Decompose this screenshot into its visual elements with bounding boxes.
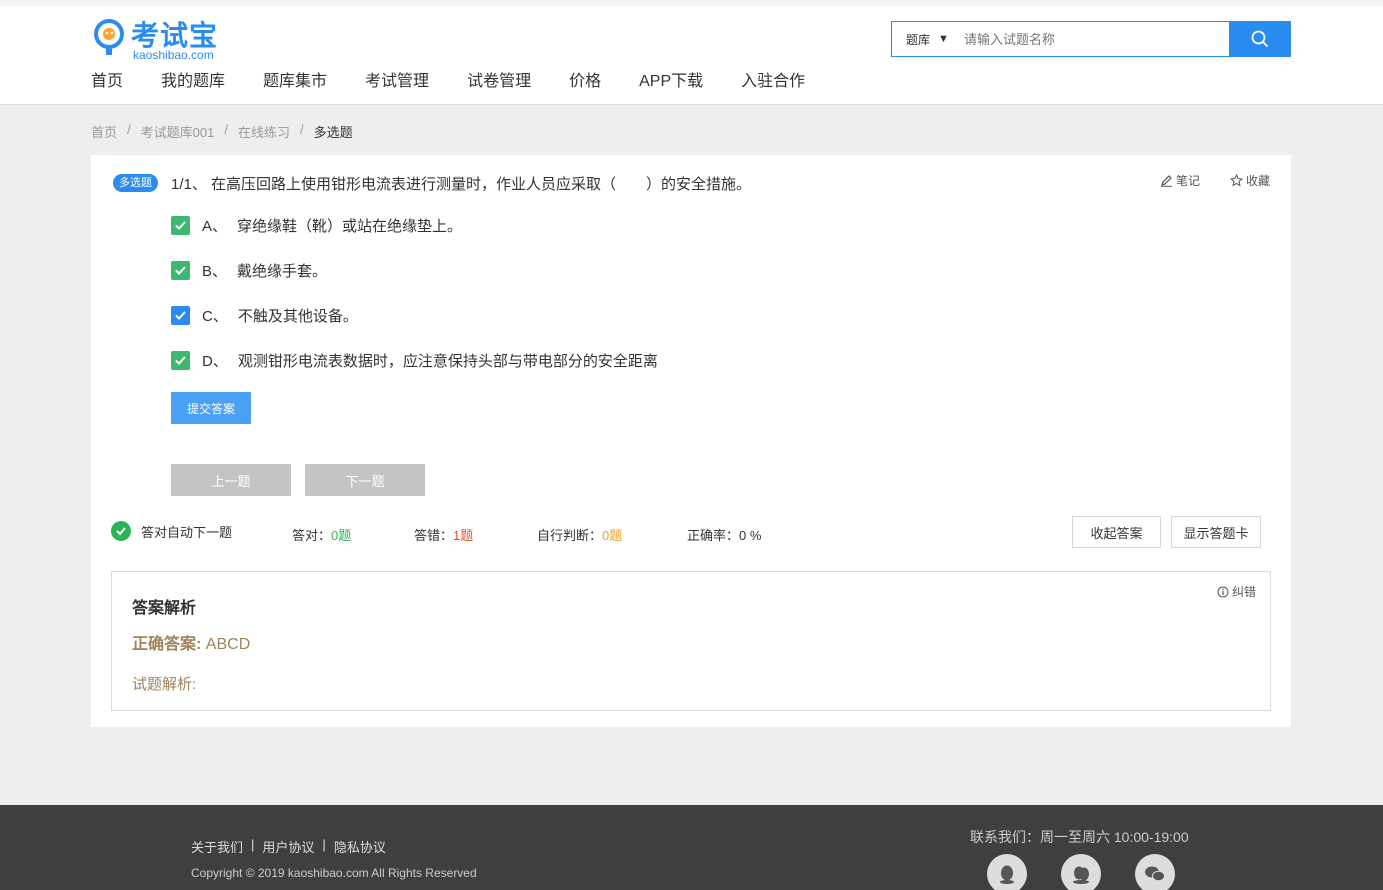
correct-answer: 正确答案: ABCD	[132, 630, 250, 654]
stats-bar: 答对自动下一题 答对：0题 答错：1题 自行判断：0题 正确率：0 % 收起答案…	[111, 516, 1271, 548]
breadcrumb-sep: /	[127, 122, 131, 137]
footer-sep: |	[322, 837, 326, 852]
checkbox-checked-icon[interactable]	[171, 306, 190, 325]
note-button[interactable]: 笔记	[1160, 172, 1200, 189]
accuracy-value: 0 %	[739, 528, 762, 543]
correct-count: 答对：0题	[292, 525, 351, 544]
wrong-value: 1题	[453, 528, 474, 543]
show-answer-card-button[interactable]: 显示答题卡	[1171, 516, 1261, 548]
option-key: D、	[202, 353, 228, 370]
nav-item-my-banks[interactable]: 我的题库	[161, 67, 225, 91]
checkbox-checked-icon[interactable]	[171, 351, 190, 370]
answer-analysis-panel: 答案解析 正确答案: ABCD 试题解析: 纠错	[111, 571, 1271, 711]
correct-answer-label: 正确答案:	[132, 636, 202, 653]
search-input[interactable]	[962, 22, 1229, 56]
logo-domain: kaoshibao.com	[133, 48, 214, 62]
wrong-label: 答错：	[414, 528, 454, 543]
favorite-button[interactable]: 收藏	[1230, 172, 1270, 189]
search-category-select[interactable]: 题库 ▼	[892, 22, 962, 56]
search-category-label: 题库	[906, 32, 931, 47]
footer-link-terms[interactable]: 用户协议	[262, 837, 314, 856]
breadcrumb-sep: /	[299, 122, 304, 137]
logo-mark-icon	[94, 19, 124, 55]
breadcrumb-practice[interactable]: 在线练习	[238, 122, 290, 141]
question-card: 多选题 1/1、 在高压回路上使用钳形电流表进行测量时，作业人员应采取（ ）的安…	[91, 155, 1291, 727]
footer-copyright: Copyright © 2019 kaoshibao.com All Right…	[191, 866, 477, 880]
info-icon	[1217, 586, 1229, 597]
footer-link-privacy[interactable]: 隐私协议	[334, 837, 386, 856]
option-a[interactable]: A、 穿绝缘鞋（靴）或站在绝缘垫上。	[171, 215, 462, 236]
check-circle-icon	[111, 521, 131, 541]
footer: 关于我们 | 用户协议 | 隐私协议 Copyright © 2019 kaos…	[0, 805, 1383, 890]
breadcrumb-sep: /	[224, 122, 228, 137]
option-text: 穿绝缘鞋（靴）或站在绝缘垫上。	[237, 218, 463, 235]
option-text: 观测钳形电流表数据时，应注意保持头部与带电部分的安全距离	[237, 353, 658, 370]
option-text: 不触及其他设备。	[237, 308, 358, 325]
favorite-label: 收藏	[1246, 174, 1271, 188]
auto-next-toggle[interactable]: 答对自动下一题	[111, 521, 232, 541]
checkbox-checked-icon[interactable]	[171, 261, 190, 280]
search-icon	[1251, 30, 1268, 48]
correct-answer-value: ABCD	[205, 636, 251, 653]
auto-next-label: 答对自动下一题	[141, 524, 233, 540]
next-question-button[interactable]: 下一题	[305, 464, 425, 496]
footer-contact: 联系我们：周一至周六 10:00-19:00	[970, 829, 1189, 845]
checkbox-checked-icon[interactable]	[171, 216, 190, 235]
accuracy-rate: 正确率：0 %	[687, 525, 761, 544]
main-nav: 首页 我的题库 题库集市 考试管理 试卷管理 价格 APP下载 入驻合作	[91, 67, 843, 91]
qq-group-icon[interactable]	[1061, 854, 1101, 890]
breadcrumb: 首页 / 考试题库001 / 在线练习 / 多选题	[91, 122, 363, 141]
explanation-label: 试题解析:	[132, 676, 197, 693]
nav-item-paper-mgmt[interactable]: 试卷管理	[467, 67, 531, 91]
correct-label: 答对：	[292, 528, 332, 543]
nav-item-partner[interactable]: 入驻合作	[741, 67, 805, 91]
wrong-count: 答错：1题	[414, 525, 473, 544]
caret-down-icon: ▼	[938, 33, 949, 45]
report-error-label: 纠错	[1231, 585, 1256, 599]
search-button[interactable]	[1229, 22, 1290, 56]
qq-icon[interactable]	[987, 854, 1027, 890]
site-logo[interactable]: 考试宝 kaoshibao.com	[91, 14, 241, 62]
correct-value: 0题	[331, 528, 352, 543]
report-error-button[interactable]: 纠错	[1217, 583, 1256, 600]
self-judge-value: 0题	[602, 528, 623, 543]
collapse-answer-button[interactable]: 收起答案	[1072, 516, 1161, 548]
option-c[interactable]: C、 不触及其他设备。	[171, 305, 358, 326]
footer-links: 关于我们 | 用户协议 | 隐私协议	[191, 837, 394, 856]
self-judge-label: 自行判断：	[537, 528, 603, 543]
pencil-icon	[1161, 175, 1172, 187]
wechat-icon[interactable]	[1135, 854, 1175, 890]
search-bar: 题库 ▼	[891, 21, 1291, 57]
breadcrumb-current: 多选题	[313, 125, 353, 140]
nav-item-home[interactable]: 首页	[91, 67, 123, 91]
option-text: 戴绝缘手套。	[237, 263, 328, 280]
accuracy-label: 正确率：	[687, 528, 740, 543]
nav-item-exam-mgmt[interactable]: 考试管理	[365, 67, 429, 91]
header: 考试宝 kaoshibao.com 首页 我的题库 题库集市 考试管理 试卷管理…	[0, 6, 1383, 105]
breadcrumb-bank[interactable]: 考试题库001	[141, 122, 215, 141]
footer-sep: |	[251, 837, 255, 852]
nav-item-market[interactable]: 题库集市	[263, 67, 327, 91]
nav-item-app[interactable]: APP下载	[639, 67, 703, 91]
self-judge-count: 自行判断：0题	[537, 525, 622, 544]
star-icon	[1230, 174, 1243, 187]
submit-answer-button[interactable]: 提交答案	[171, 392, 251, 424]
footer-link-about[interactable]: 关于我们	[191, 837, 243, 856]
question-type-badge: 多选题	[113, 174, 158, 192]
question-text: 1/1、 在高压回路上使用钳形电流表进行测量时，作业人员应采取（ ）的安全措施。	[171, 176, 752, 193]
breadcrumb-home[interactable]: 首页	[91, 122, 117, 141]
option-key: B、	[202, 263, 228, 280]
prev-question-button[interactable]: 上一题	[171, 464, 291, 496]
note-label: 笔记	[1176, 174, 1201, 188]
option-d[interactable]: D、 观测钳形电流表数据时，应注意保持头部与带电部分的安全距离	[171, 350, 658, 371]
option-key: A、	[202, 218, 228, 235]
option-b[interactable]: B、 戴绝缘手套。	[171, 260, 327, 281]
option-key: C、	[202, 308, 228, 325]
nav-item-pricing[interactable]: 价格	[569, 67, 601, 91]
analysis-title: 答案解析	[132, 600, 197, 617]
